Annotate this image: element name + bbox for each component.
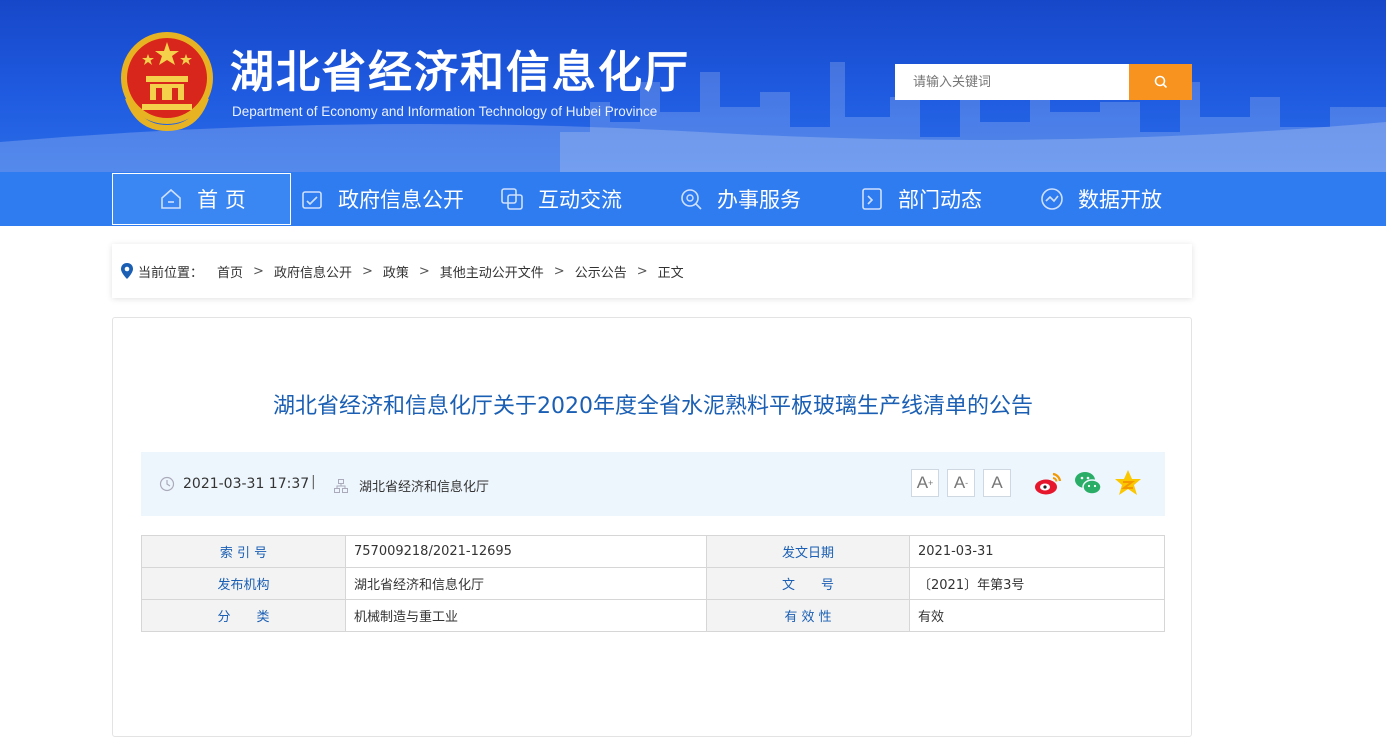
nav-label: 首 页 — [197, 188, 246, 212]
table-row: 发布机构 湖北省经济和信息化厅 文 号 〔2021〕年第3号 — [141, 567, 1165, 600]
qzone-icon[interactable] — [1113, 468, 1143, 498]
service-icon — [681, 189, 702, 210]
clock-icon — [159, 476, 175, 492]
org-icon — [334, 478, 348, 493]
breadcrumb-link-policy[interactable]: 政策 — [383, 262, 409, 281]
breadcrumb-prefix: 当前位置： — [138, 265, 204, 281]
search-button[interactable] — [1129, 64, 1192, 100]
weibo-icon[interactable] — [1033, 468, 1063, 498]
breadcrumb-separator: > — [418, 263, 430, 279]
site-header: 湖北省经济和信息化厅 Department of Economy and Inf… — [0, 0, 1386, 172]
breadcrumb-separator: > — [253, 263, 264, 279]
article-info-table: 索 引 号 757009218/2021-12695 发文日期 2021-03-… — [141, 535, 1165, 632]
site-subtitle: Department of Economy and Information Te… — [232, 104, 658, 119]
breadcrumb-link-notices[interactable]: 公示公告 — [575, 262, 627, 281]
nav-item-open-data[interactable]: 数据开放 — [1038, 172, 1162, 226]
table-cell-value: 机械制造与重工业 — [345, 599, 707, 632]
table-cell-label: 发文日期 — [706, 535, 910, 568]
national-emblem-icon — [121, 32, 213, 132]
font-size-default-button[interactable]: A — [983, 469, 1011, 497]
font-size-large-button[interactable]: A + — [911, 469, 939, 497]
breadcrumb-separator: > — [361, 263, 373, 279]
publish-date-text: 2021-03-31 17:37 — [183, 476, 310, 492]
table-cell-label: 分 类 — [141, 599, 346, 632]
publish-date: 2021-03-31 17:37 — [159, 476, 310, 492]
nav-item-gov-info[interactable]: 政府信息公开 — [298, 172, 464, 226]
table-cell-value: 2021-03-31 — [909, 535, 1165, 568]
chat-icon — [501, 188, 523, 210]
nav-label: 数据开放 — [1078, 188, 1162, 212]
main-nav: 首 页 政府信息公开 互动交流 办事服务 部门动态 数据开放 — [0, 172, 1386, 226]
news-icon — [862, 188, 882, 210]
table-cell-value: 757009218/2021-12695 — [345, 535, 707, 568]
nav-item-home[interactable]: 首 页 — [112, 173, 291, 225]
nav-item-interaction[interactable]: 互动交流 — [498, 172, 622, 226]
nav-label: 部门动态 — [898, 188, 982, 212]
table-cell-label: 有 效 性 — [706, 599, 910, 632]
wechat-icon[interactable] — [1073, 468, 1103, 498]
meta-separator: | — [311, 474, 316, 490]
nav-item-services[interactable]: 办事服务 — [677, 172, 801, 226]
nav-label: 政府信息公开 — [338, 188, 464, 212]
article-meta-bar: 2021-03-31 17:37 | 湖北省经济和信息化厅 A + A- A — [141, 452, 1165, 516]
table-cell-value: 有效 — [909, 599, 1165, 632]
table-cell-value: 湖北省经济和信息化厅 — [345, 567, 707, 600]
document-icon — [302, 191, 322, 209]
home-icon — [161, 188, 181, 209]
location-pin-icon — [121, 263, 133, 279]
nav-item-dept-news[interactable]: 部门动态 — [858, 172, 982, 226]
breadcrumb-link-home[interactable]: 首页 — [217, 262, 243, 281]
search-icon — [1154, 75, 1167, 89]
table-cell-label: 发布机构 — [141, 567, 346, 600]
article-title: 湖北省经济和信息化厅关于2020年度全省水泥熟料平板玻璃生产线清单的公告 — [273, 394, 1033, 419]
table-cell-value: 〔2021〕年第3号 — [909, 567, 1165, 600]
site-title: 湖北省经济和信息化厅 — [230, 47, 690, 98]
breadcrumb-separator: > — [636, 263, 648, 279]
nav-label: 办事服务 — [717, 188, 801, 212]
table-cell-label: 索 引 号 — [141, 535, 346, 568]
article-source: 湖北省经济和信息化厅 — [333, 476, 489, 495]
table-row: 索 引 号 757009218/2021-12695 发文日期 2021-03-… — [141, 535, 1165, 568]
nav-label: 互动交流 — [538, 188, 622, 212]
breadcrumb-current: 正文 — [657, 265, 684, 281]
breadcrumb: 当前位置： 首页 > 政府信息公开 > 政策 > 其他主动公开文件 > 公示公告… — [112, 244, 1192, 298]
data-icon — [1041, 188, 1063, 210]
breadcrumb-link-other-files[interactable]: 其他主动公开文件 — [440, 262, 544, 281]
article-card: 湖北省经济和信息化厅关于2020年度全省水泥熟料平板玻璃生产线清单的公告 202… — [112, 317, 1192, 737]
table-cell-label: 文 号 — [706, 567, 910, 600]
article-source-text: 湖北省经济和信息化厅 — [359, 480, 490, 495]
table-row: 分 类 机械制造与重工业 有 效 性 有效 — [141, 599, 1165, 632]
search-input[interactable] — [895, 64, 1129, 100]
font-size-small-button[interactable]: A- — [947, 469, 975, 497]
breadcrumb-link-gov-info[interactable]: 政府信息公开 — [274, 262, 352, 281]
breadcrumb-separator: > — [553, 263, 565, 279]
